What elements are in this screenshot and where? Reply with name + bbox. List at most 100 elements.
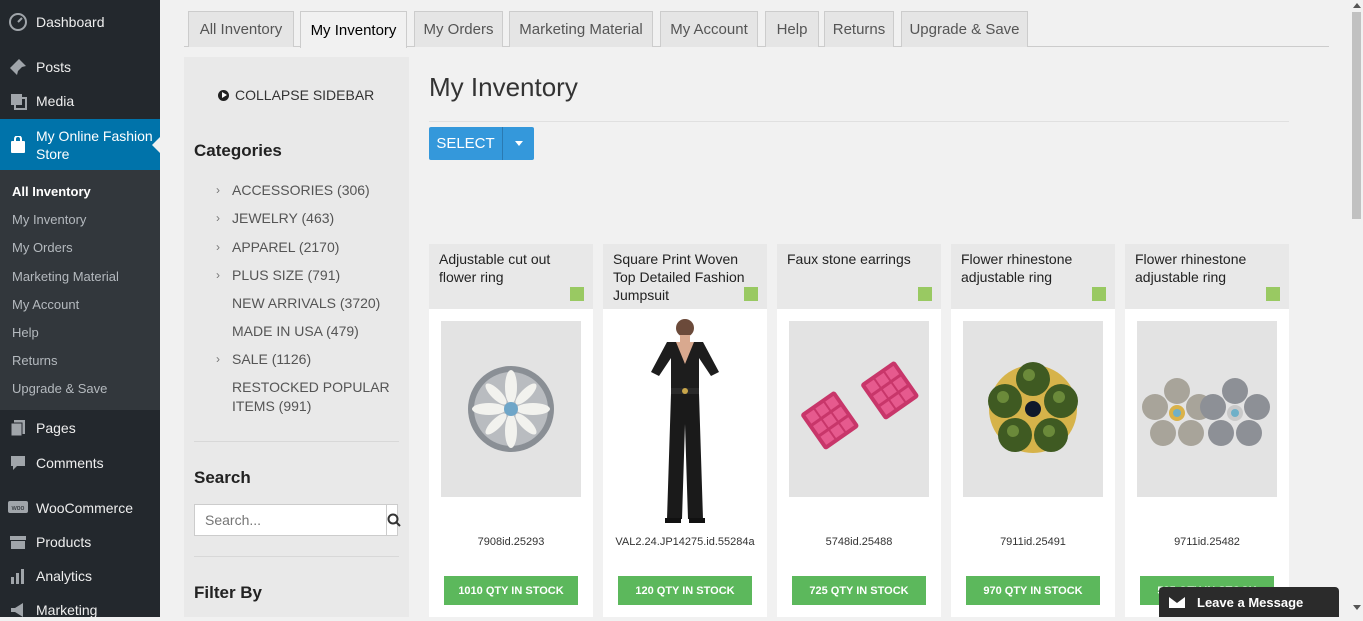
tab-bar: All Inventory My Inventory My Orders Mar… (184, 11, 1329, 48)
tab-upgrade[interactable]: Upgrade & Save (901, 11, 1028, 47)
product-card[interactable]: Square Print Woven Top Detailed Fashion … (603, 244, 767, 617)
product-image[interactable] (789, 321, 929, 497)
filter-sidebar: COLLAPSE SIDEBAR Categories › ACCESSORIE… (184, 57, 409, 617)
stock-badge: 1010 QTY IN STOCK (444, 576, 578, 605)
search-input[interactable] (195, 505, 386, 535)
dashboard-icon (0, 13, 36, 31)
menu-label: WooCommerce (36, 500, 133, 516)
menu-comments[interactable]: Comments (0, 452, 160, 474)
category-item[interactable]: APPAREL (2170) (232, 238, 397, 257)
category-item[interactable]: RESTOCKED POPULAR ITEMS (991) (232, 378, 397, 416)
product-sku: 5748id.25488 (825, 536, 893, 548)
chat-label: Leave a Message (1197, 594, 1304, 610)
product-card[interactable]: Flower rhinestone adjustable ring 7911id… (951, 244, 1115, 617)
menu-dashboard[interactable]: Dashboard (0, 11, 160, 33)
bag-icon (0, 135, 36, 154)
product-card[interactable]: Faux stone earrings 5748id.25488 725 QTY… (777, 244, 941, 617)
select-checkbox[interactable] (918, 287, 932, 301)
submenu-returns[interactable]: Returns (12, 353, 58, 368)
menu-label: Posts (36, 59, 72, 75)
submenu-my-orders[interactable]: My Orders (12, 240, 73, 255)
menu-posts[interactable]: Posts (0, 56, 160, 78)
select-dropdown-button[interactable]: SELECT (429, 127, 534, 160)
product-image[interactable] (963, 321, 1103, 497)
category-item[interactable]: JEWELRY (463) (232, 209, 397, 228)
product-sku: 9711id.25482 (1174, 536, 1240, 548)
menu-products[interactable]: Products (0, 531, 160, 553)
search-box (194, 504, 401, 536)
category-item[interactable]: MADE IN USA (479) (232, 322, 397, 341)
menu-label: Products (36, 534, 92, 550)
collapse-sidebar-button[interactable]: COLLAPSE SIDEBAR (218, 87, 374, 103)
pin-icon (0, 58, 36, 76)
category-item[interactable]: ACCESSORIES (306) (232, 181, 397, 200)
active-arrow (152, 136, 160, 153)
tab-my-orders[interactable]: My Orders (414, 11, 503, 47)
product-name[interactable]: Adjustable cut out flower ring (429, 244, 593, 309)
scroll-down-arrow-icon[interactable] (1353, 605, 1361, 610)
archive-icon (0, 533, 36, 551)
tab-all-inventory[interactable]: All Inventory (188, 11, 294, 47)
select-checkbox[interactable] (570, 287, 584, 301)
tab-returns[interactable]: Returns (824, 11, 894, 47)
play-circle-icon (218, 89, 229, 101)
submenu-help[interactable]: Help (12, 325, 39, 340)
categories-heading: Categories (194, 141, 282, 160)
tab-my-inventory[interactable]: My Inventory (300, 11, 407, 48)
scroll-up-arrow-icon[interactable] (1353, 3, 1361, 8)
page-scrollbar[interactable] (1350, 0, 1363, 617)
submenu-upgrade[interactable]: Upgrade & Save (12, 381, 107, 396)
menu-analytics[interactable]: Analytics (0, 565, 160, 587)
chevron-right-icon[interactable]: › (216, 211, 220, 225)
menu-label: Analytics (36, 568, 93, 584)
leave-message-widget[interactable]: Leave a Message (1159, 587, 1339, 617)
category-item[interactable]: NEW ARRIVALS (3720) (232, 294, 397, 313)
menu-woocommerce[interactable]: woo WooCommerce (0, 497, 160, 519)
menu-label: Pages (36, 420, 76, 436)
search-button[interactable] (386, 505, 401, 535)
menu-store[interactable]: My Online Fashion Store (0, 119, 160, 170)
tab-marketing-material[interactable]: Marketing Material (509, 11, 653, 47)
menu-marketing[interactable]: Marketing (0, 599, 160, 621)
admin-menu: Dashboard Posts Media My Online Fashion … (0, 0, 160, 618)
product-card[interactable]: Flower rhinestone adjustable ring 9711id… (1125, 244, 1289, 617)
menu-label: Marketing (36, 602, 98, 618)
category-item[interactable]: SALE (1126) (232, 350, 397, 369)
chevron-right-icon[interactable]: › (216, 240, 220, 254)
chevron-right-icon[interactable]: › (216, 352, 220, 366)
comment-icon (0, 454, 36, 472)
svg-text:woo: woo (11, 505, 25, 512)
product-sku: 7911id.25491 (1000, 536, 1066, 548)
select-checkbox[interactable] (744, 287, 758, 301)
product-name[interactable]: Square Print Woven Top Detailed Fashion … (603, 244, 767, 309)
caret-down-icon[interactable] (503, 127, 534, 160)
product-image[interactable] (1137, 321, 1277, 497)
chevron-right-icon[interactable]: › (216, 183, 220, 197)
chevron-right-icon[interactable]: › (216, 268, 220, 282)
submenu-my-account[interactable]: My Account (12, 297, 79, 312)
menu-pages[interactable]: Pages (0, 417, 160, 439)
woo-icon: woo (0, 501, 36, 515)
tab-help[interactable]: Help (765, 11, 819, 47)
search-heading: Search (194, 468, 251, 487)
product-name[interactable]: Flower rhinestone adjustable ring (1125, 244, 1289, 309)
product-name[interactable]: Faux stone earrings (777, 244, 941, 309)
filter-heading: Filter By (194, 583, 263, 602)
product-card[interactable]: Adjustable cut out flower ring 7908id.25… (429, 244, 593, 617)
select-checkbox[interactable] (1092, 287, 1106, 301)
select-checkbox[interactable] (1266, 287, 1280, 301)
submenu-marketing-material[interactable]: Marketing Material (12, 269, 119, 284)
search-icon (387, 513, 401, 527)
store-submenu: All Inventory My Inventory My Orders Mar… (0, 170, 160, 410)
category-item[interactable]: PLUS SIZE (791) (232, 266, 397, 285)
tab-my-account[interactable]: My Account (660, 11, 758, 47)
product-image[interactable] (441, 321, 581, 497)
product-image[interactable] (613, 314, 757, 529)
submenu-my-inventory[interactable]: My Inventory (12, 212, 86, 227)
menu-media[interactable]: Media (0, 90, 160, 112)
menu-label: Dashboard (36, 14, 105, 30)
scrollbar-thumb[interactable] (1352, 12, 1361, 219)
product-name[interactable]: Flower rhinestone adjustable ring (951, 244, 1115, 309)
product-sku: 7908id.25293 (477, 536, 545, 548)
submenu-all-inventory[interactable]: All Inventory (12, 184, 91, 199)
